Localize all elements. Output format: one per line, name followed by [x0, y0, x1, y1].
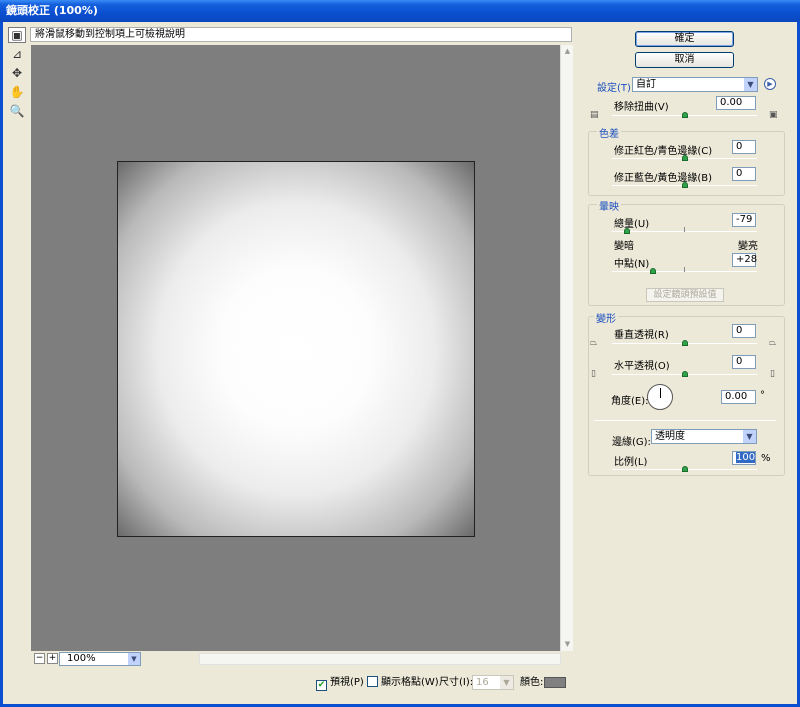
- zoom-out-button[interactable]: −: [34, 653, 45, 664]
- red-cyan-input[interactable]: 0: [732, 140, 756, 154]
- angle-dial[interactable]: [647, 384, 673, 410]
- grid-size-label: 尺寸(I):: [439, 677, 474, 688]
- scale-input[interactable]: 100: [732, 451, 756, 465]
- grid-color-swatch[interactable]: [544, 677, 566, 688]
- horizontal-perspective-left-icon: ▯: [591, 369, 596, 379]
- vertical-perspective-left-icon: ⏢: [590, 338, 598, 348]
- set-lens-default-button[interactable]: 設定鏡頭預設值: [646, 288, 724, 302]
- show-grid-label: 顯示格點(W): [381, 677, 439, 688]
- chevron-down-icon[interactable]: ▼: [128, 653, 140, 665]
- transform-separator: [594, 420, 776, 421]
- vertical-perspective-label: 垂直透視(R): [614, 330, 669, 341]
- vignette-amount-label: 總量(U): [614, 219, 650, 230]
- window-title: 鏡頭校正 (100%): [0, 0, 800, 22]
- blue-yellow-slider-thumb[interactable]: [681, 182, 688, 188]
- scroll-up-icon[interactable]: ▲: [562, 46, 573, 57]
- edge-select[interactable]: 透明度 ▼: [651, 429, 757, 444]
- vertical-perspective-slider-thumb[interactable]: [681, 340, 688, 346]
- scale-unit: %: [761, 453, 771, 464]
- window-frame-left: [0, 22, 3, 707]
- grid-size-value: 16: [476, 677, 489, 688]
- pincushion-icon: ▤: [590, 110, 599, 120]
- chromatic-aberration-title: 色差: [597, 125, 621, 140]
- darken-label: 變暗: [614, 241, 634, 252]
- zoom-in-button[interactable]: +: [47, 653, 58, 664]
- angle-unit: °: [760, 390, 765, 401]
- move-grid-tool-icon[interactable]: ✥: [8, 65, 26, 81]
- lighten-label: 變亮: [738, 241, 758, 252]
- remove-distortion-slider[interactable]: [612, 112, 757, 118]
- show-grid-checkbox[interactable]: 顯示格點(W): [367, 676, 439, 692]
- red-cyan-slider-thumb[interactable]: [681, 155, 688, 161]
- angle-dial-needle: [660, 388, 661, 398]
- scroll-down-icon[interactable]: ▼: [562, 639, 573, 650]
- vignette-midpoint-slider-thumb[interactable]: [649, 268, 656, 274]
- grid-color-label: 顏色:: [520, 677, 544, 688]
- scale-label: 比例(L): [614, 457, 648, 468]
- horizontal-perspective-slider[interactable]: [612, 371, 757, 377]
- slider-center-tick: [684, 227, 685, 232]
- angle-input[interactable]: 0.00: [721, 390, 756, 404]
- settings-menu-icon[interactable]: ▶: [764, 78, 776, 90]
- red-cyan-slider[interactable]: [612, 155, 757, 161]
- edge-value: 透明度: [655, 431, 685, 442]
- zoom-select[interactable]: 100% ▼: [59, 652, 141, 666]
- edge-label: 邊緣(G):: [612, 437, 651, 448]
- vignette-amount-slider[interactable]: [612, 227, 757, 234]
- zoom-value: 100%: [67, 653, 96, 664]
- preview-canvas[interactable]: [31, 45, 560, 651]
- vignette-title: 暈映: [597, 198, 621, 213]
- grid-size-select[interactable]: 16 ▼: [472, 675, 514, 690]
- barrel-icon: ▣: [769, 110, 778, 120]
- vertical-perspective-right-icon: ⏢: [769, 338, 777, 348]
- vertical-perspective-input[interactable]: 0: [732, 324, 756, 338]
- red-cyan-label: 修正紅色/青色邊緣(C): [614, 146, 713, 157]
- zoom-strip: − + 100% ▼: [31, 651, 573, 667]
- vignette-midpoint-input[interactable]: +28: [732, 253, 757, 267]
- blue-yellow-label: 修正藍色/黃色邊緣(B): [614, 173, 713, 184]
- hand-tool-icon[interactable]: ✋: [8, 84, 26, 100]
- chevron-down-icon[interactable]: ▼: [743, 430, 756, 443]
- preview-label: 預視(P): [330, 677, 364, 688]
- vignette-amount-slider-thumb[interactable]: [624, 228, 631, 234]
- blue-yellow-input[interactable]: 0: [732, 167, 756, 181]
- settings-select[interactable]: 自訂 ▼: [632, 77, 758, 92]
- cancel-button[interactable]: 取消: [635, 52, 734, 68]
- preview-image: [117, 161, 475, 537]
- preview-checkbox-box[interactable]: ✔: [316, 680, 327, 691]
- settings-value: 自訂: [636, 79, 656, 90]
- scale-slider[interactable]: [612, 466, 757, 472]
- horizontal-perspective-input[interactable]: 0: [732, 355, 756, 369]
- horizontal-perspective-slider-thumb[interactable]: [681, 371, 688, 377]
- angle-label: 角度(E):: [611, 396, 649, 407]
- horizontal-perspective-label: 水平透視(O): [614, 361, 670, 372]
- remove-distortion-input[interactable]: 0.00: [716, 96, 756, 110]
- vignette-midpoint-slider[interactable]: [612, 267, 757, 274]
- ok-button[interactable]: 確定: [635, 31, 734, 47]
- vignette-amount-input[interactable]: -79: [732, 213, 756, 227]
- vertical-perspective-slider[interactable]: [612, 340, 757, 346]
- chevron-down-icon[interactable]: ▼: [744, 78, 757, 91]
- show-grid-checkbox-box[interactable]: [367, 676, 378, 687]
- tool-palette: ▣ ⊿ ✥ ✋ 🔍: [8, 27, 28, 122]
- transform-title: 變形: [594, 310, 618, 325]
- scale-slider-thumb[interactable]: [681, 466, 688, 472]
- hint-bar: 將滑鼠移動到控制項上可檢視說明: [30, 27, 572, 42]
- remove-distortion-tool-icon[interactable]: ▣: [8, 27, 26, 43]
- vignette-midpoint-label: 中點(N): [614, 259, 650, 270]
- blue-yellow-slider[interactable]: [612, 182, 757, 188]
- horizontal-scrollbar[interactable]: [199, 653, 561, 665]
- zoom-tool-icon[interactable]: 🔍: [8, 103, 26, 119]
- remove-distortion-slider-thumb[interactable]: [681, 112, 688, 118]
- remove-distortion-label: 移除扭曲(V): [614, 102, 669, 113]
- slider-center-tick: [684, 267, 685, 272]
- horizontal-perspective-right-icon: ▯: [770, 369, 775, 379]
- scale-value: 100: [736, 452, 756, 463]
- straighten-tool-icon[interactable]: ⊿: [8, 46, 26, 62]
- preview-checkbox[interactable]: ✔ 預視(P): [316, 676, 364, 692]
- vertical-scrollbar[interactable]: ▲ ▼: [560, 45, 573, 651]
- settings-label: 設定(T):: [597, 83, 635, 94]
- chevron-down-icon[interactable]: ▼: [500, 676, 513, 689]
